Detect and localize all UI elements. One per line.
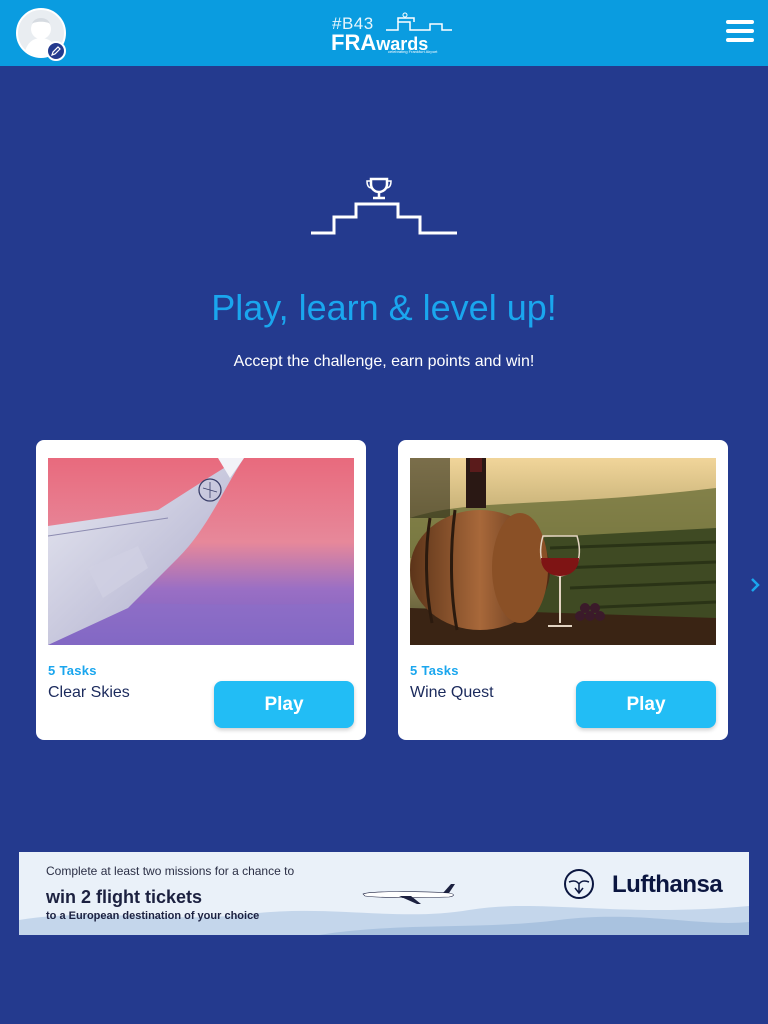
top-bar: #B43 FRAwards celebrating Frankfurt Airp… [0,0,768,66]
play-button-wine-quest[interactable]: Play [576,681,716,728]
logo-podium-icon [386,12,452,31]
mission-title: Clear Skies [48,684,130,701]
logo-wordmark-a: FRA [331,30,377,55]
mission-title: Wine Quest [410,684,494,701]
mission-task-count: 5 Tasks [410,663,459,678]
promo-banner[interactable]: Complete at least two missions for a cha… [19,852,749,935]
lufthansa-crane-icon [564,869,594,899]
frawards-logo[interactable]: #B43 FRAwards celebrating Frankfurt Airp… [330,12,454,56]
mission-image-airplane-wing [48,458,354,645]
chevron-right-icon[interactable] [748,576,762,594]
menu-icon-bar [726,29,754,33]
mission-task-count: 5 Tasks [48,663,97,678]
play-button-clear-skies[interactable]: Play [214,681,354,728]
airplane-icon [362,884,455,904]
menu-icon-bar [726,20,754,24]
mission-card-wine-quest[interactable]: 5 Tasks Wine Quest Play [398,440,728,740]
edit-icon [51,46,61,56]
menu-icon-bar [726,38,754,42]
trophy-podium-icon [311,177,457,235]
mission-image-wine-barrel [410,458,716,645]
edit-profile-button[interactable] [46,41,66,61]
banner-line1: Complete at least two missions for a cha… [46,864,295,878]
lufthansa-brand: Lufthansa [612,871,723,898]
logo-subtitle: celebrating Frankfurt Airport [388,49,438,54]
menu-button[interactable] [726,20,756,46]
hero-subtitle: Accept the challenge, earn points and wi… [233,353,535,370]
mission-card-clear-skies[interactable]: 5 Tasks Clear Skies Play [36,440,366,740]
banner-line3: to a European destination of your choice [46,910,260,922]
hero-title: Play, learn & level up! [211,287,557,328]
banner-line2: win 2 flight tickets [46,887,203,907]
